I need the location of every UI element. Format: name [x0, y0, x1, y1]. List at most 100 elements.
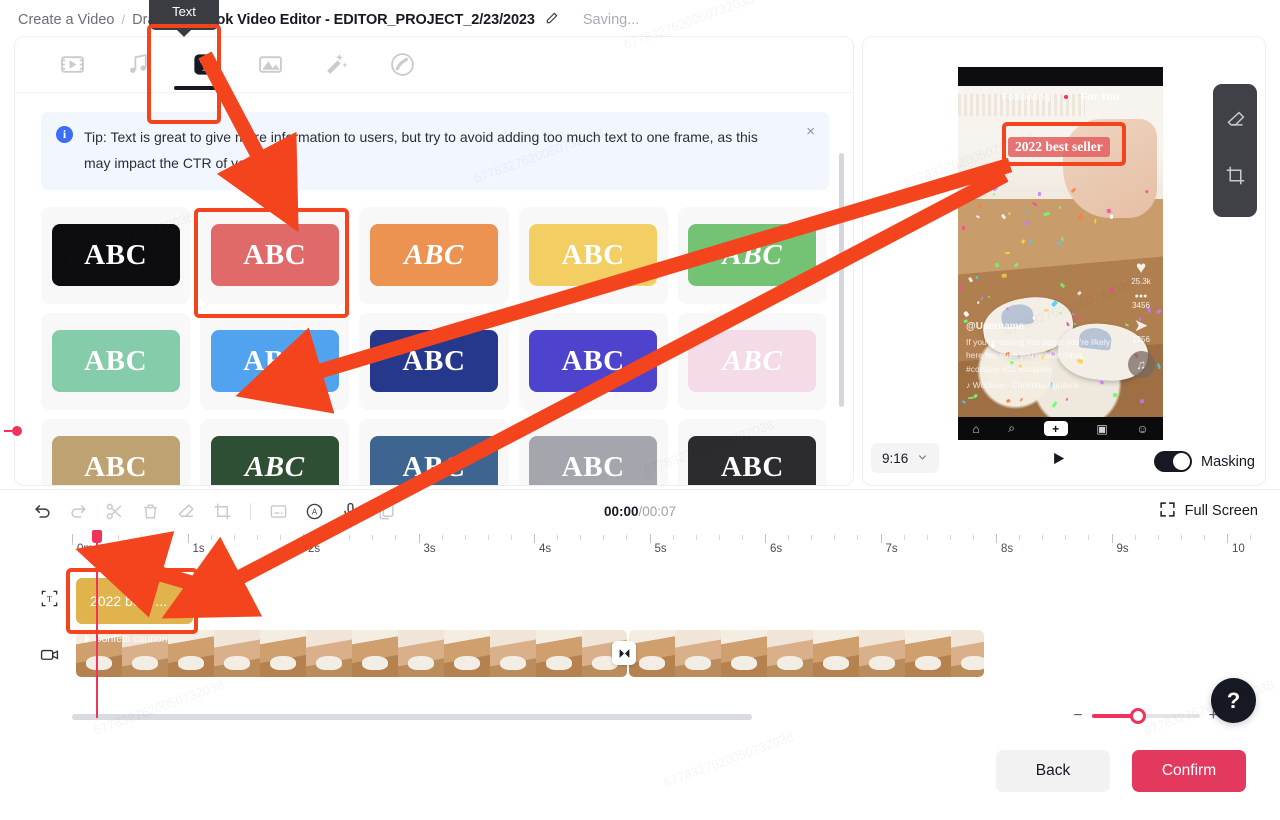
text-style-option[interactable]: ABC [677, 312, 827, 410]
text-style-option[interactable]: ABC [41, 206, 191, 304]
text-style-option[interactable]: ABC [359, 206, 509, 304]
toolbar-divider [250, 502, 251, 520]
video-thumbnail [858, 630, 905, 677]
copy-icon[interactable] [376, 501, 397, 522]
nav-home-icon[interactable]: ⌂ [972, 422, 979, 436]
username: @Username [966, 320, 1025, 332]
time-display: 00:00/00:07 [604, 504, 676, 519]
text-style-option[interactable]: ABC [359, 312, 509, 410]
text-style-preview: ABC [529, 436, 658, 485]
text-style-option[interactable]: ABC [518, 206, 668, 304]
text-style-option[interactable]: ABC [200, 312, 350, 410]
eraser-icon[interactable] [176, 501, 197, 522]
heart-icon[interactable]: ♥ 25.3k [1131, 259, 1151, 286]
playhead[interactable] [92, 530, 102, 718]
nav-search-icon[interactable]: ⌕ [1008, 421, 1015, 436]
feed-tab-following[interactable]: Following [1002, 91, 1051, 103]
video-track[interactable]: Confetti cannon [76, 630, 984, 677]
aspect-ratio-select[interactable]: 9:16 [871, 443, 940, 473]
panel-scrollbar[interactable] [839, 153, 844, 407]
text-style-option[interactable]: ABC [677, 418, 827, 485]
ruler-major-tick [1111, 534, 1113, 543]
pencil-icon[interactable] [545, 11, 559, 28]
ruler-major-tick [1227, 534, 1228, 543]
ruler-minor-tick [811, 535, 813, 540]
text-style-option[interactable]: ABC [200, 418, 350, 485]
nav-create-icon[interactable]: + [1043, 421, 1068, 436]
full-screen-button[interactable]: Full Screen [1159, 501, 1258, 522]
ruler-minor-tick [118, 535, 120, 540]
confetti-particle [1031, 201, 1038, 206]
video-clip[interactable]: Confetti cannon [76, 630, 627, 677]
text-style-option[interactable]: ABC [518, 312, 668, 410]
ruler-label: 8s [1001, 543, 1014, 555]
text-clip[interactable]: 2022 best ... [76, 578, 193, 624]
ruler-major-tick [187, 534, 189, 543]
tab-sticker[interactable] [369, 37, 435, 93]
page-title: TikTok Video Editor - EDITOR_PROJECT_2/2… [188, 11, 535, 28]
help-button[interactable]: ? [1211, 678, 1256, 723]
tab-transition[interactable] [237, 37, 303, 93]
ruler-major-tick [72, 534, 73, 543]
timeline-start-marker [4, 426, 22, 436]
nav-inbox-icon[interactable]: ▣ [1096, 422, 1107, 436]
trash-icon[interactable] [140, 501, 161, 522]
ruler-minor-tick [1065, 535, 1067, 540]
tab-video[interactable] [39, 37, 105, 93]
timeline-ruler[interactable]: 0ms 1s 2s 3s 4s 5s 6s 7s 8s 9s 10 [72, 534, 1262, 558]
tiktok-feed-tabs: Following For You [958, 86, 1163, 107]
ruler-minor-tick [972, 535, 974, 540]
music-title: ♪ Woohoo - Christina Aguilera [966, 379, 1079, 390]
zoom-slider[interactable] [1091, 708, 1200, 724]
video-preview-panel: Following For You 2022 best seller ♥ 25.3… [862, 36, 1266, 486]
hand [1062, 119, 1157, 219]
close-icon[interactable]: × [806, 124, 815, 139]
play-button[interactable] [1051, 450, 1066, 472]
text-style-option[interactable]: ABC [41, 312, 191, 410]
timeline-horizontal-scrollbar[interactable] [72, 714, 752, 720]
video-clip[interactable] [628, 630, 984, 677]
breadcrumb-create-a-video[interactable]: Create a Video [18, 12, 114, 28]
music-disc-icon[interactable]: ♫ [1127, 351, 1155, 378]
microphone-icon[interactable] [340, 501, 361, 522]
tab-music[interactable] [105, 37, 171, 93]
comment-icon[interactable]: ●●● 3456 [1132, 293, 1150, 310]
phone-preview: Following For You 2022 best seller ♥ 25.3… [958, 67, 1163, 440]
text-style-option[interactable]: ABC [200, 206, 350, 304]
ruler-minor-tick [279, 535, 281, 540]
feed-tab-for-you[interactable]: For You [1081, 91, 1120, 103]
text-style-option[interactable]: ABC [41, 418, 191, 485]
timeline-tools: A [0, 501, 397, 522]
tab-effects[interactable] [303, 37, 369, 93]
crop-icon[interactable] [1225, 165, 1246, 191]
text-style-option[interactable]: ABC [518, 418, 668, 485]
nav-profile-icon[interactable]: ☺ [1136, 422, 1148, 436]
zoom-slider-handle[interactable] [1129, 708, 1146, 724]
scissors-icon[interactable] [104, 501, 125, 522]
confirm-button[interactable]: Confirm [1132, 750, 1246, 792]
text-style-option[interactable]: ABC [359, 418, 509, 485]
zoom-out-button[interactable]: − [1073, 708, 1082, 724]
caption-icon[interactable] [268, 501, 289, 522]
crop-icon[interactable] [212, 501, 233, 522]
text-style-preview: ABC [529, 330, 658, 393]
redo-icon[interactable] [68, 501, 89, 522]
tip-banner: i Tip: Text is great to give more inform… [41, 112, 829, 190]
masking-toggle[interactable] [1154, 451, 1192, 472]
video-thumbnail [352, 630, 398, 677]
text-overlay[interactable]: 2022 best seller [1008, 137, 1110, 157]
confetti-particle [1059, 282, 1066, 289]
confetti-particle [994, 262, 999, 268]
aspect-ratio-value: 9:16 [882, 450, 909, 466]
auto-caption-icon[interactable]: A [304, 501, 325, 522]
tab-text[interactable]: T [171, 37, 237, 93]
share-icon[interactable]: ➤ 1256 [1132, 317, 1150, 344]
confetti-particle [1112, 392, 1117, 398]
eraser-icon[interactable] [1225, 110, 1246, 136]
text-style-option[interactable]: ABC [677, 206, 827, 304]
transition-marker-icon[interactable] [612, 641, 636, 665]
back-button[interactable]: Back [996, 750, 1110, 792]
total-time: /00:07 [638, 503, 677, 519]
undo-icon[interactable] [32, 501, 53, 522]
watermark: 6778327620050732038 [662, 729, 796, 790]
